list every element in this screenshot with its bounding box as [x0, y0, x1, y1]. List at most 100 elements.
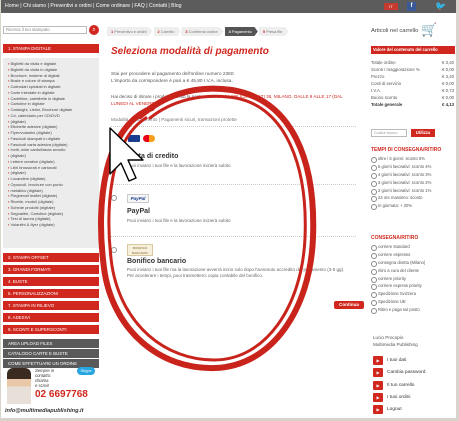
visa-icon — [128, 135, 140, 142]
cart-row-label: Costi di servizio — [371, 81, 402, 86]
payment-desc-bank-transfer: Puoi inviarci i tuoi file ma la lavorazi… — [127, 267, 345, 278]
user-menu-item[interactable]: Logout — [373, 405, 455, 417]
payment-desc-paypal: Puoi inviarci i tuoi file e la lavorazio… — [127, 218, 231, 223]
timing-heading: TEMPI DI CONSEGNA/RITIRO — [371, 147, 442, 153]
checkout-step-label: Presa file — [266, 29, 283, 34]
radio-paypal[interactable] — [111, 195, 117, 201]
checkout-step: 3 Conferma ordine — [181, 27, 224, 36]
pickup-notice-text: Hai deciso di ritirare i prodotti presso… — [111, 94, 217, 99]
bank-transfer-logo-icon: BONIFICO BANCARIO — [127, 244, 153, 256]
cart-summary-row: Sconti / maggiorazione % € 0,00 — [371, 66, 455, 73]
user-info: Lucio Procopio Multimedia Publishing — [373, 335, 418, 348]
delivery-option-radio[interactable]: consegna diretta (Milano) — [371, 259, 455, 267]
sidebar-section-link[interactable]: 5. PERSONALIZZAZIONI — [3, 289, 99, 298]
delivery-heading: CONSEGNA/RITIRO — [371, 235, 419, 241]
cart-row-label: I.V.A. — [371, 88, 382, 93]
sidebar-section-link[interactable]: 2. STAMPA OFFSET — [3, 253, 99, 262]
timing-option-radio[interactable]: In giornata: + 20% — [371, 202, 455, 211]
contact-tagline: Sempre in contatto: chiama e scrivi! — [35, 368, 54, 388]
timing-option-radio[interactable]: 3 giorni lavorativi: sconto 2% — [371, 179, 455, 187]
delivery-option-radio[interactable]: corriere standard — [371, 243, 455, 251]
cart-row-value: € 0,00 — [442, 67, 454, 72]
use-coupon-button[interactable]: Utilizza — [411, 129, 435, 137]
continue-button[interactable]: Continua — [334, 301, 364, 309]
top-nav-link[interactable]: Preventivi e ordini — [50, 3, 91, 9]
checkout-step-label: Conferma ordine — [188, 29, 218, 34]
mastercard-icon — [143, 135, 155, 142]
cart-summary-bar: Valore del contenuto del carrello — [371, 46, 455, 54]
cart-row-label: Totale ordine — [371, 60, 396, 65]
payment-title-bank-transfer: Bonifico bancario — [127, 258, 187, 265]
sidebar-dark-link[interactable]: AREA UPLOAD FILES — [3, 339, 99, 348]
skype-icon[interactable]: Skype — [77, 367, 95, 375]
cart-row-label: Buono sconto — [371, 95, 398, 100]
search-icon[interactable]: ⌕ — [89, 25, 99, 35]
delivery-option-radio[interactable]: Ritiro e paga sul posto — [371, 306, 455, 315]
sidebar-dark-link[interactable]: CATALOGO CARTE E BUSTE — [3, 349, 99, 358]
cart-summary: Totale ordine € 3,40 Sconti / maggiorazion… — [371, 59, 455, 108]
checkout-step: 1 Preventivo e ordini — [107, 27, 153, 36]
user-menu-item[interactable]: Cambia password — [373, 368, 455, 380]
contact-email[interactable]: info@multimediapublishing.it — [5, 408, 83, 414]
timing-option-radio[interactable]: oltre i 5 giorni: sconto 5% — [371, 155, 455, 163]
timing-option-radio[interactable]: 2 giorni lavorativi: sconto 1% — [371, 187, 455, 195]
sidebar-section-link[interactable]: 8. ADESIVI — [3, 313, 99, 322]
top-nav-link[interactable]: Come ordinare — [96, 3, 130, 9]
checkout-step-label: Carrello — [160, 29, 175, 34]
timing-option-radio[interactable]: 24 ore massimo: sconto — [371, 194, 455, 203]
user-menu-item[interactable]: I tuoi ordini — [373, 392, 455, 405]
top-nav-link[interactable]: FAQ — [134, 3, 144, 9]
top-nav: Home | Chi siamo | Preventivi e ordini |… — [5, 3, 182, 9]
user-menu: I tuoi datiCambia passwordIl tuo carrell… — [373, 356, 455, 417]
payment-title-paypal: PayPal — [127, 208, 150, 215]
delivery-option-radio[interactable]: corriere priority — [371, 275, 455, 283]
cart-row-label: Totale generale — [371, 102, 403, 107]
sidebar-section-link[interactable]: 4. BUSTE — [3, 277, 99, 286]
twitter-icon[interactable]: 🐦 — [434, 1, 448, 12]
search-input[interactable]: Ricerca il tuo stampato — [3, 26, 87, 34]
sidebar-section-link[interactable]: 3. GRANDI FORMATI — [3, 265, 99, 274]
delivery-option-radio[interactable]: Spedizione Svizzera — [371, 290, 455, 299]
sidebar-section-stampa-digitale[interactable]: 1. STAMPA DIGITALE — [3, 44, 99, 53]
cart-row-label: Sconti / maggiorazione % — [371, 67, 420, 72]
radio-bank-transfer[interactable] — [111, 247, 117, 253]
delivery-option-radio[interactable]: corriere express priority — [371, 282, 455, 291]
sidebar-product-link[interactable]: Volantini & flyer (digitale) — [8, 222, 96, 228]
language-flag-icon[interactable]: IT — [384, 3, 398, 10]
cart-row-label: Prezzo — [371, 74, 385, 79]
timing-option-radio[interactable]: 4 giorni lavorativi: sconto 3% — [371, 171, 455, 179]
delivery-option-radio[interactable]: corriere espresso — [371, 251, 455, 259]
cart-summary-row: Prezzo € 3,40 — [371, 73, 455, 80]
payment-option-bank-transfer[interactable]: BONIFICO BANCARIO Bonifico bancario Puoi… — [111, 236, 356, 296]
sidebar-product-list: Biglietti da visita e digitaleBiglietti … — [3, 58, 99, 248]
sidebar-section-link[interactable]: 7. STAMPA IN RILIEVO — [3, 301, 99, 310]
user-menu-item[interactable]: I tuoi dati — [373, 356, 455, 368]
coupon-input[interactable]: Codice buono — [371, 129, 407, 137]
payment-option-paypal[interactable]: PayPal PayPal Puoi inviarci i tuoi file … — [111, 184, 356, 228]
user-company: Multimedia Publishing — [373, 341, 418, 347]
top-nav-link[interactable]: Chi siamo — [23, 3, 46, 9]
cart-summary-row: Buono sconto € 0,00 — [371, 94, 455, 101]
top-nav-link[interactable]: Contatti — [149, 3, 167, 9]
delivery-option-radio[interactable]: ritiro a cura del cliente — [371, 267, 455, 275]
shopping-cart-icon[interactable]: 🛒 — [421, 22, 437, 38]
phone-number: 02 6697768 — [35, 389, 88, 400]
top-nav-link[interactable]: Blog — [171, 3, 181, 9]
payment-option-credit-card[interactable]: Carta di credito Puoi inviarci i tuoi fi… — [111, 126, 356, 174]
facebook-icon[interactable]: f — [407, 2, 416, 11]
radio-credit-card[interactable] — [111, 153, 117, 159]
payment-security-note: Modalità di pagamento | Pagamenti sicuri… — [111, 117, 237, 122]
top-nav-link[interactable]: Home — [5, 3, 19, 9]
paypal-logo-icon: PayPal — [127, 194, 149, 203]
cart-row-value: € 3,40 — [442, 60, 454, 65]
user-menu-item[interactable]: Il tuo carrello — [373, 380, 455, 393]
delivery-option-radio[interactable]: Spedizione UE — [371, 298, 455, 307]
cart-row-value: € 3,40 — [442, 74, 454, 79]
order-intro: Stai per procedere al pagamento dell'ord… — [111, 72, 346, 85]
sidebar-section-link[interactable]: 9. SCONTI E SUPERSCONTI — [3, 325, 99, 334]
checkout-steps: 1 Preventivo e ordini 2 Carrello 3 Conferm… — [107, 27, 289, 38]
cart-row-value: € 0,00 — [442, 95, 454, 100]
delivery-options: corriere standard corriere espresso conseg… — [371, 243, 455, 315]
pickup-notice: Hai deciso di ritirare i prodotti presso… — [111, 94, 356, 107]
timing-option-radio[interactable]: 5 giorni lavorativi: sconto 4% — [371, 163, 455, 171]
